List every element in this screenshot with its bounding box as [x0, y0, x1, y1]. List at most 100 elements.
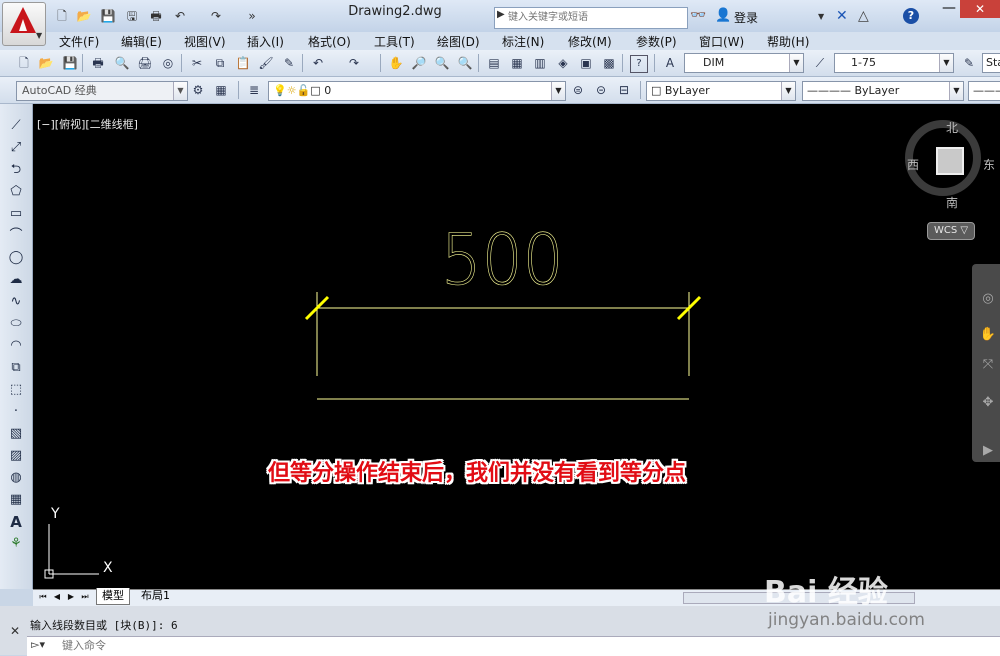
menu-view[interactable]: 视图(V)	[184, 33, 226, 50]
construction-line-icon[interactable]: ⤢	[6, 139, 26, 157]
calculator-icon[interactable]: ▩	[601, 55, 617, 71]
color-select[interactable]: □ ByLayer ▼	[646, 81, 796, 101]
menu-format[interactable]: 格式(O)	[308, 33, 351, 50]
menu-edit[interactable]: 编辑(E)	[121, 33, 162, 50]
layer-properties-icon[interactable]: ≣	[246, 82, 262, 98]
command-input[interactable]	[62, 637, 362, 653]
chevron-down-icon[interactable]: ▼	[818, 12, 824, 21]
layer-previous-icon[interactable]: ⊝	[593, 82, 609, 98]
dimension-text[interactable]: 500	[440, 219, 564, 301]
save-icon[interactable]: 💾	[62, 55, 78, 71]
design-center-icon[interactable]: ▦	[509, 55, 525, 71]
application-menu-button[interactable]: ▼	[2, 2, 46, 46]
zoom-extents-icon[interactable]: ⤧	[979, 356, 997, 374]
publish-icon[interactable]: 🖨	[137, 55, 153, 71]
next-tab-icon[interactable]: ▶	[66, 591, 76, 603]
quick-access-more-icon[interactable]: »	[244, 8, 260, 24]
circle-icon[interactable]: ◯	[6, 249, 26, 267]
wcs-menu[interactable]: WCS ▽	[927, 222, 975, 240]
menu-insert[interactable]: 插入(I)	[247, 33, 284, 50]
menu-parametric[interactable]: 参数(P)	[636, 33, 677, 50]
zoom-previous-icon[interactable]: 🔍	[457, 55, 473, 71]
point-icon[interactable]: ·	[6, 403, 26, 421]
zoom-window-icon[interactable]: 🔍	[434, 55, 450, 71]
help-icon[interactable]: ?	[630, 55, 648, 73]
last-tab-icon[interactable]: ⏭	[80, 591, 90, 603]
insert-block-icon[interactable]: ⧉	[6, 359, 26, 377]
spline-icon[interactable]: ∿	[6, 293, 26, 311]
make-current-layer-icon[interactable]: ⊜	[570, 82, 586, 98]
compass-west[interactable]: 西	[907, 156, 919, 173]
steering-wheel-icon[interactable]: ◎	[979, 290, 997, 308]
block-editor-icon[interactable]: ✎	[281, 55, 297, 71]
open-file-icon[interactable]: 📂	[76, 8, 92, 24]
menu-window[interactable]: 窗口(W)	[699, 33, 744, 50]
paste-icon[interactable]: 📋	[235, 55, 251, 71]
sheet-set-icon[interactable]: ◈	[555, 55, 571, 71]
match-properties-icon[interactable]: 🖌	[258, 55, 274, 71]
arc-icon[interactable]: ⌒	[6, 227, 26, 245]
close-icon[interactable]: ✕	[10, 624, 20, 638]
zoom-realtime-icon[interactable]: 🔎	[411, 55, 427, 71]
tab-layout1[interactable]: 布局1	[136, 588, 175, 604]
table-icon[interactable]: ▦	[6, 491, 26, 509]
make-block-icon[interactable]: ⬚	[6, 381, 26, 399]
workspace-switch-icon[interactable]: ▦	[213, 82, 229, 98]
compass-north[interactable]: 北	[946, 119, 958, 136]
viewcube[interactable]	[936, 147, 964, 175]
open-icon[interactable]: 📂	[38, 55, 54, 71]
menu-draw[interactable]: 绘图(D)	[437, 33, 480, 50]
search-input[interactable]	[508, 8, 683, 26]
binoculars-icon[interactable]: 👓	[690, 8, 706, 23]
3d-publish-icon[interactable]: ◎	[160, 55, 176, 71]
layer-select[interactable]: 💡☼🔓□ 0 ▼	[268, 81, 566, 101]
login-button[interactable]: 登录	[734, 9, 758, 26]
markup-icon[interactable]: ▣	[578, 55, 594, 71]
revision-cloud-icon[interactable]: ☁	[6, 271, 26, 289]
compass-east[interactable]: 东	[983, 156, 995, 173]
menu-help[interactable]: 帮助(H)	[767, 33, 809, 50]
menu-file[interactable]: 文件(F)	[59, 33, 99, 50]
table-style-icon[interactable]: ✎	[961, 55, 977, 71]
linetype-select[interactable]: ———— ByLayer ▼	[802, 81, 964, 101]
pan-icon[interactable]: ✋	[979, 326, 997, 344]
menu-modify[interactable]: 修改(M)	[568, 33, 612, 50]
polygon-icon[interactable]: ⬠	[6, 183, 26, 201]
first-tab-icon[interactable]: ⏮	[38, 591, 48, 603]
menu-dimension[interactable]: 标注(N)	[502, 33, 544, 50]
help-icon[interactable]: ?	[903, 8, 919, 24]
pan-icon[interactable]: ✋	[388, 55, 404, 71]
ellipse-icon[interactable]: ⬭	[6, 315, 26, 333]
tool-palettes-icon[interactable]: ▥	[532, 55, 548, 71]
new-file-icon[interactable]: 🗋	[54, 8, 70, 24]
command-prompt-icon[interactable]: ▻▾	[31, 638, 45, 651]
prev-tab-icon[interactable]: ◀	[52, 591, 62, 603]
cut-icon[interactable]: ✂	[189, 55, 205, 71]
qnew-icon[interactable]: 🗋	[16, 55, 32, 71]
save-as-icon[interactable]: 🖫	[124, 8, 140, 24]
close-window-button[interactable]: ✕	[960, 0, 1000, 18]
region-icon[interactable]: ◍	[6, 469, 26, 487]
multiline-text-icon[interactable]: A	[6, 513, 26, 531]
workspace-select[interactable]: AutoCAD 经典 ▼	[16, 81, 188, 101]
polyline-icon[interactable]: ⮌	[6, 161, 26, 179]
text-style-icon[interactable]: A	[662, 55, 678, 71]
plot-icon[interactable]: 🖶	[90, 55, 106, 71]
gradient-icon[interactable]: ▨	[6, 447, 26, 465]
text-style-select[interactable]: Sta	[982, 53, 1000, 73]
autodesk-360-icon[interactable]: △	[858, 8, 869, 24]
ellipse-arc-icon[interactable]: ◠	[6, 337, 26, 355]
lineweight-select[interactable]: ———	[968, 81, 1000, 101]
dim-style-select[interactable]: DIM ▼	[684, 53, 804, 73]
rectangle-icon[interactable]: ▭	[6, 205, 26, 223]
undo-icon[interactable]: ↶	[172, 8, 188, 24]
scale-select[interactable]: 1-75 ▼	[834, 53, 954, 73]
hatch-icon[interactable]: ▧	[6, 425, 26, 443]
workspace-settings-icon[interactable]: ⚙	[190, 82, 206, 98]
dimension-style-icon[interactable]: ⟋	[812, 55, 828, 71]
plot-preview-icon[interactable]: 🔍	[114, 55, 130, 71]
save-icon[interactable]: 💾	[100, 8, 116, 24]
redo-icon[interactable]: ↷	[208, 8, 224, 24]
redo-icon[interactable]: ↷	[346, 55, 362, 71]
orbit-icon[interactable]: ✥	[979, 394, 997, 412]
